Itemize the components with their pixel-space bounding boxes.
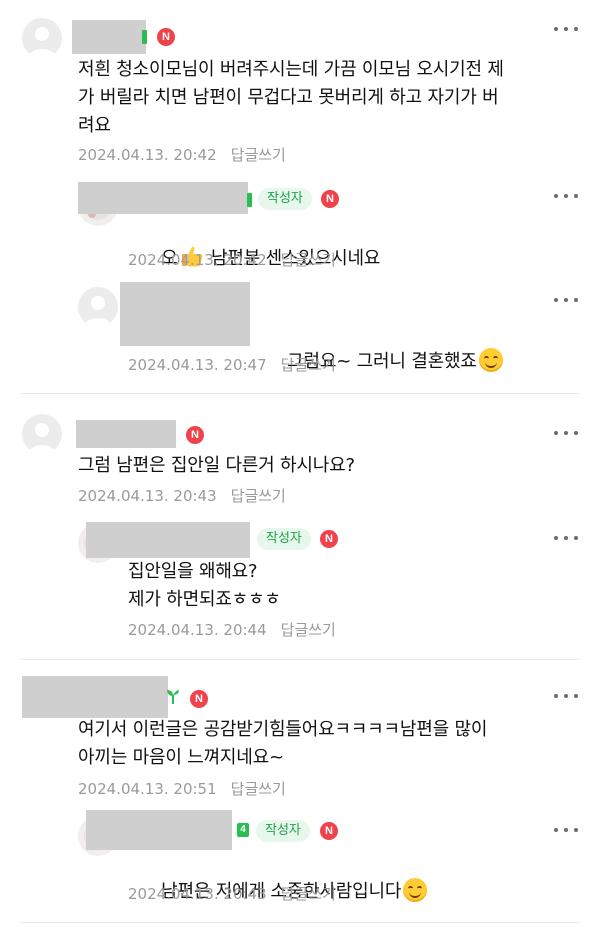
- reply-button[interactable]: 답글쓰기: [281, 885, 336, 903]
- comment-meta: 2024.04.13. 20:51 답글쓰기: [78, 778, 286, 799]
- reply-button[interactable]: 답글쓰기: [231, 146, 286, 164]
- more-options-icon[interactable]: [554, 22, 578, 36]
- username-redacted[interactable]: [86, 522, 250, 558]
- comment-meta: 2024.04.13. 20:43 답글쓰기: [78, 485, 286, 506]
- new-badge: N: [320, 530, 338, 548]
- more-options-icon[interactable]: [554, 689, 578, 703]
- comment-date: 2024.04.13. 20:51: [78, 780, 217, 798]
- author-badge: 작성자: [256, 820, 310, 842]
- username-redacted[interactable]: [72, 20, 146, 54]
- comment-meta: 2024.04.13. 20:44 답글쓰기: [128, 619, 336, 640]
- new-badge: N: [190, 690, 208, 708]
- comment-text: 여기서 이런글은 공감받기힘들어요ㅋㅋㅋㅋ남편을 많이 아끼는 마음이 느껴지네…: [78, 719, 488, 768]
- username-redacted[interactable]: [22, 676, 168, 718]
- comment-meta: 2024.04.13. 20:47 답글쓰기: [128, 354, 336, 375]
- comment-text: 저흰 청소이모님이 버려주시는데 가끔 이모님 오시기전 제 가 버릴라 치면 …: [78, 59, 504, 136]
- avatar[interactable]: [22, 18, 62, 58]
- more-options-icon[interactable]: [554, 823, 578, 837]
- comment-date: 2024.04.13. 20:43: [78, 487, 217, 505]
- comment-date: 2024.04.13. 20:47: [128, 356, 267, 374]
- divider: [20, 922, 580, 923]
- comment-date: 2024.04.13. 20:43: [128, 885, 267, 903]
- reply-button[interactable]: 답글쓰기: [281, 251, 336, 269]
- smiling-face-icon: [403, 878, 428, 902]
- smiling-face-icon: [478, 348, 503, 372]
- username-redacted[interactable]: [76, 420, 176, 448]
- reply-button[interactable]: 답글쓰기: [281, 356, 336, 374]
- more-options-icon[interactable]: [554, 426, 578, 440]
- comment-meta: 2024.04.13. 20:43 답글쓰기: [128, 883, 336, 904]
- default-profile-icon: [28, 423, 56, 454]
- comment-date: 2024.04.13. 20:42: [128, 251, 267, 269]
- divider: [20, 659, 580, 660]
- level-badge: 4: [237, 823, 249, 837]
- reply-button[interactable]: 답글쓰기: [231, 780, 286, 798]
- username-redacted[interactable]: [120, 282, 250, 346]
- reply-button[interactable]: 답글쓰기: [281, 621, 336, 639]
- new-badge: N: [186, 426, 204, 444]
- level-icon: [142, 30, 147, 44]
- comment-meta: 2024.04.13. 20:42 답글쓰기: [128, 249, 336, 270]
- new-badge: N: [157, 28, 175, 46]
- more-options-icon[interactable]: [554, 293, 578, 307]
- username-redacted[interactable]: [86, 810, 232, 850]
- default-profile-icon: [28, 27, 56, 58]
- new-badge: N: [320, 822, 338, 840]
- sprout-level-icon: [167, 690, 179, 704]
- reply-button[interactable]: 답글쓰기: [231, 487, 286, 505]
- comment-date: 2024.04.13. 20:42: [78, 146, 217, 164]
- author-badge: 작성자: [258, 188, 312, 210]
- new-badge: N: [321, 190, 339, 208]
- more-options-icon[interactable]: [554, 189, 578, 203]
- default-profile-icon: [84, 296, 112, 327]
- comment-text: 집안일을 왜해요? 제가 하면되죠ㅎㅎㅎ: [128, 561, 281, 610]
- level-icon: [247, 193, 252, 207]
- divider: [20, 393, 580, 394]
- comment-date: 2024.04.13. 20:44: [128, 621, 267, 639]
- more-options-icon[interactable]: [554, 531, 578, 545]
- avatar[interactable]: [78, 287, 118, 327]
- comment-text: 그럼 남편은 집안일 다른거 하시나요?: [78, 455, 355, 476]
- comment-meta: 2024.04.13. 20:42 답글쓰기: [78, 144, 286, 165]
- author-badge: 작성자: [257, 528, 311, 550]
- avatar[interactable]: [22, 414, 62, 454]
- username-redacted[interactable]: [78, 182, 248, 214]
